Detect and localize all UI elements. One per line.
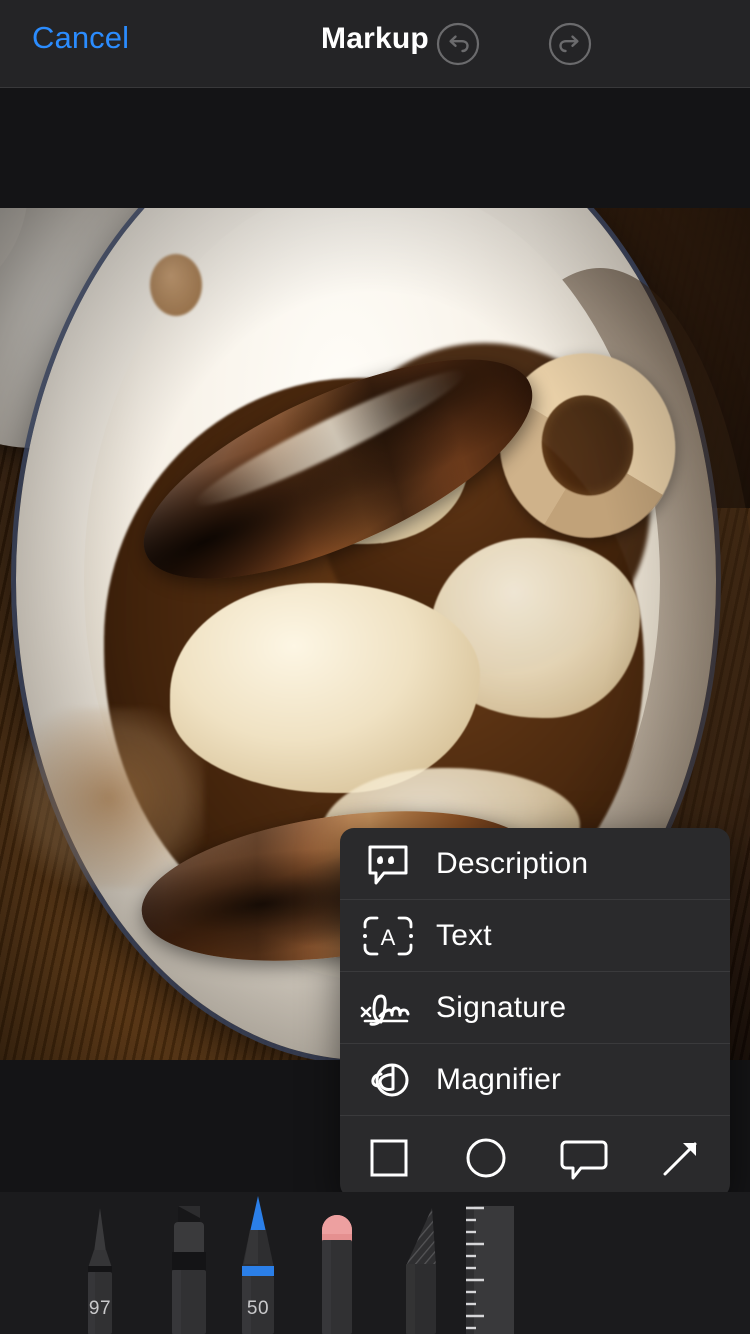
top-toolbar: Cancel Markup [0, 0, 750, 88]
quote-bubble-icon [340, 841, 436, 887]
gravy-drip [150, 254, 202, 316]
square-shape-icon[interactable] [340, 1116, 438, 1198]
tool-pencil[interactable] [392, 1204, 450, 1334]
tool-ruler[interactable] [458, 1202, 528, 1334]
tool-highlighter-size-label: 50 [246, 1298, 270, 1319]
menu-item-label: Text [436, 918, 492, 952]
shape-tools-row [340, 1116, 730, 1198]
tool-eraser[interactable] [308, 1204, 366, 1334]
signature-icon [340, 986, 436, 1030]
menu-item-label: Magnifier [436, 1062, 562, 1096]
menu-item-description[interactable]: Description [340, 828, 730, 900]
menu-item-signature[interactable]: Signature [340, 972, 730, 1044]
menu-item-label: Signature [436, 990, 567, 1024]
tool-palette: 97 50 [0, 1192, 750, 1334]
arrow-shape-icon[interactable] [633, 1116, 731, 1198]
cancel-button[interactable]: Cancel [32, 20, 129, 56]
tool-highlighter-pen[interactable]: 50 [228, 1196, 288, 1334]
menu-item-label: Description [436, 846, 589, 880]
circle-shape-icon[interactable] [438, 1116, 536, 1198]
menu-item-text[interactable]: A Text [340, 900, 730, 972]
magnifier-icon [340, 1057, 436, 1103]
gravy-smear [14, 708, 204, 888]
menu-item-magnifier[interactable]: Magnifier [340, 1044, 730, 1116]
tool-pen-size-label: 97 [88, 1298, 112, 1319]
text-box-a-icon: A [340, 915, 436, 957]
markup-screen: Cancel Markup Description A Text Signatu… [0, 0, 750, 1334]
speech-bubble-shape-icon[interactable] [535, 1116, 633, 1198]
markup-context-menu: Description A Text Signature Magnifier [340, 828, 730, 1198]
secondary-plate-well [0, 208, 28, 313]
redo-icon[interactable] [547, 21, 593, 67]
undo-icon[interactable] [435, 21, 481, 67]
tool-pen[interactable]: 97 [72, 1206, 128, 1334]
mashed-potato [170, 583, 480, 793]
tool-marker[interactable] [158, 1202, 220, 1334]
svg-text:A: A [381, 925, 396, 950]
